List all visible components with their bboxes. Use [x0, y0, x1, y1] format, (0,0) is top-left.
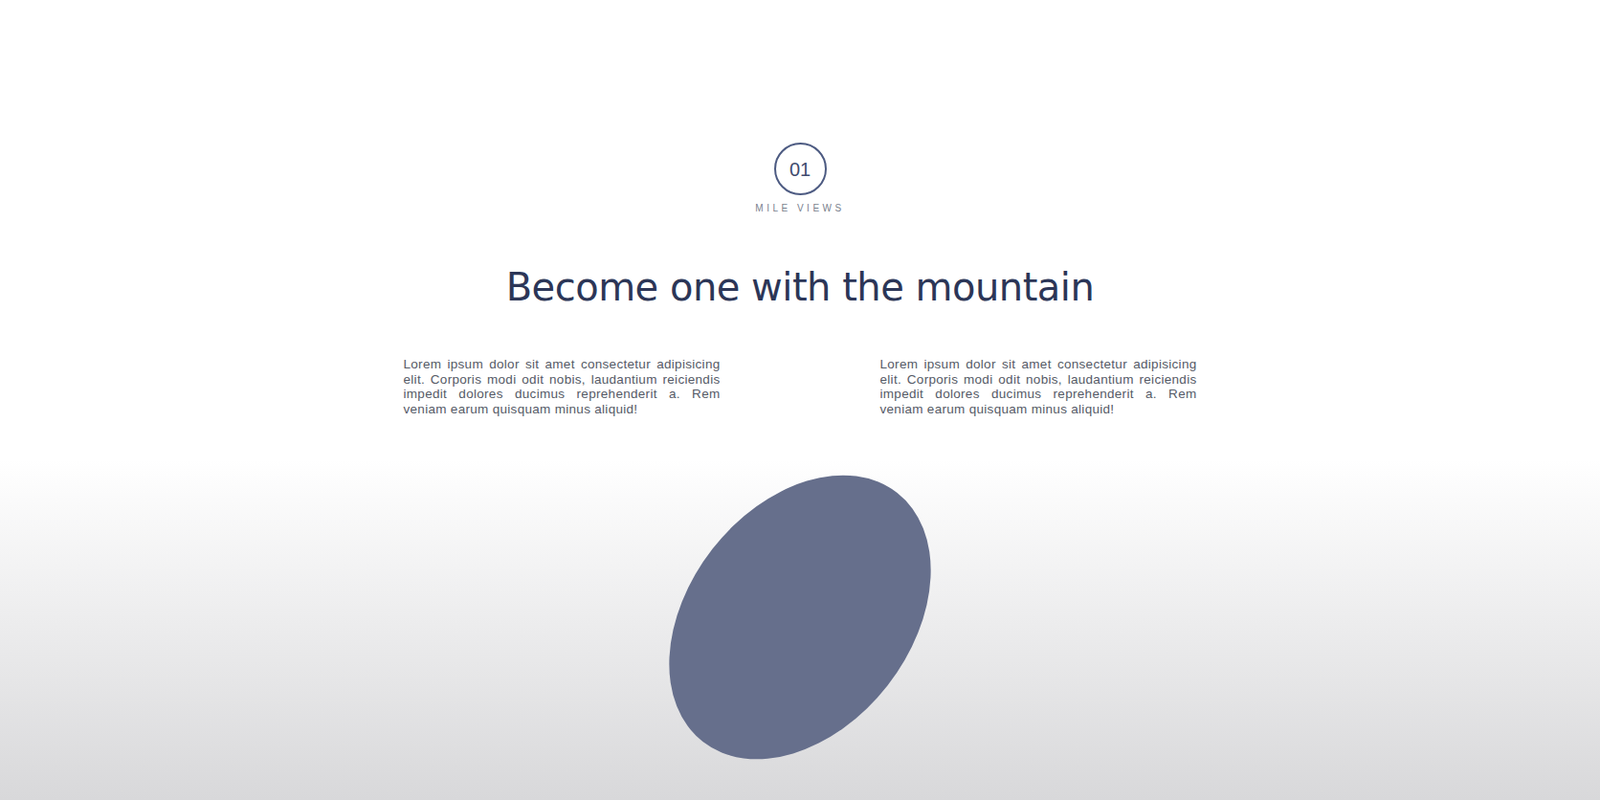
mountain-graphic	[688, 459, 912, 755]
mile-views-section: 01 MILE VIEWS Become one with the mountain…	[0, 0, 1600, 800]
text-paragraph: Lorem ipsum dolor sit amet consectetur a…	[403, 356, 721, 417]
text-paragraph: Lorem ipsum dolor sit amet consectetur a…	[880, 356, 1198, 417]
section-label: MILE VIEWS	[755, 202, 845, 215]
text-columns: Lorem ipsum dolor sit amet consectetur a…	[403, 356, 1198, 417]
section-heading: Become one with the mountain	[506, 264, 1095, 311]
backdrop-ellipse	[615, 424, 985, 800]
section-number: 01	[774, 142, 827, 196]
